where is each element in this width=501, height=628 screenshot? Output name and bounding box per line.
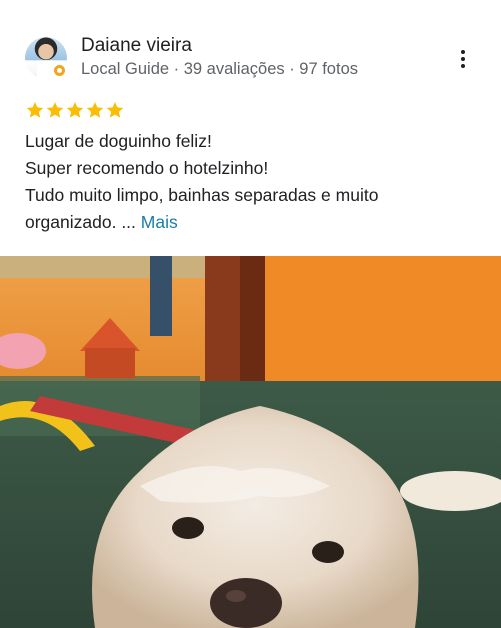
review-header: Daiane vieira Local Guide · 39 avaliaçõe… — [0, 0, 501, 96]
star-icon — [106, 102, 124, 118]
reviewer-name[interactable]: Daiane vieira — [81, 35, 192, 57]
toy-house — [85, 348, 135, 378]
post — [150, 256, 172, 336]
star-rating — [25, 100, 125, 122]
review-line: Super recomendo o hotelzinho! — [25, 158, 269, 178]
more-vertical-icon — [461, 64, 465, 68]
reviewer-meta: Local Guide · 39 avaliações · 97 fotos — [81, 60, 358, 78]
dog-nose-shine — [226, 590, 246, 602]
more-vertical-icon — [461, 50, 465, 54]
more-link[interactable]: Mais — [141, 212, 178, 232]
review-text: Lugar de doguinho feliz! Super recomendo… — [25, 128, 485, 236]
dog-right-eye — [312, 541, 344, 563]
local-guide-badge-icon — [52, 63, 67, 78]
dog-photo — [0, 256, 501, 628]
review-line: Lugar de doguinho feliz! — [25, 131, 212, 151]
review-line: Tudo muito limpo, bainhas separadas e mu… — [25, 185, 379, 205]
star-icon — [26, 102, 44, 118]
review-line-last: organizado. ... Mais — [25, 209, 485, 236]
more-options-button[interactable] — [450, 46, 476, 72]
star-icon — [46, 102, 64, 118]
star-icon — [66, 102, 84, 118]
review-photo[interactable] — [0, 256, 501, 628]
star-icon — [86, 102, 104, 118]
dog-nose — [210, 578, 282, 628]
dog-left-eye — [172, 517, 204, 539]
wall-trim — [0, 256, 205, 278]
more-vertical-icon — [461, 57, 465, 61]
review-line: organizado. ... — [25, 212, 136, 232]
